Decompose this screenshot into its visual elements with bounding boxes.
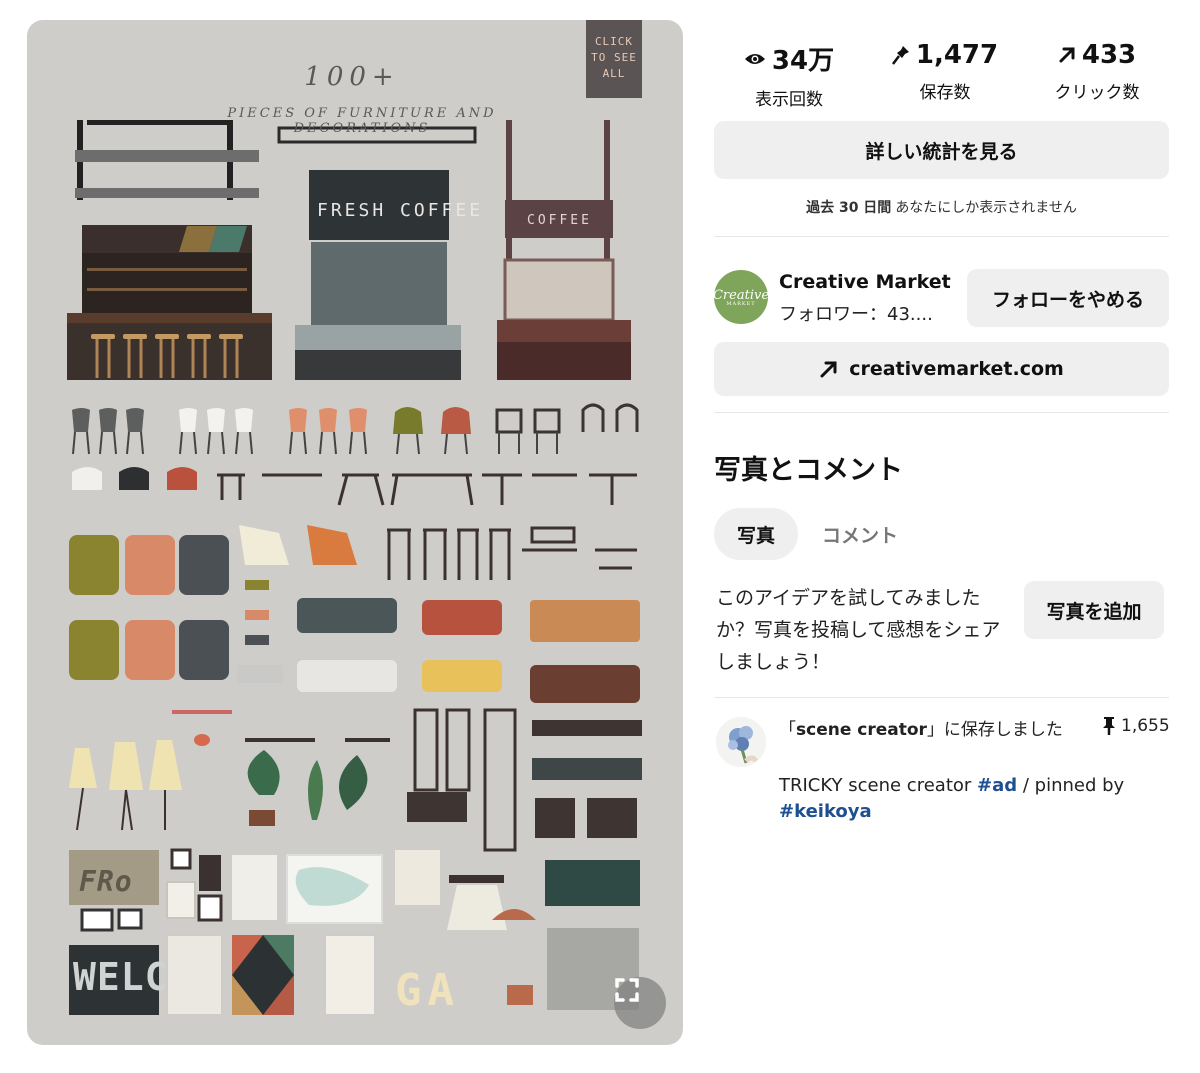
welcome-sign: WELC [73, 955, 169, 999]
tab-comments[interactable]: コメント [810, 508, 910, 560]
geometric-print [232, 935, 294, 1015]
coffee-sign: COFFEE [527, 213, 592, 228]
lamps-plants [69, 708, 642, 852]
arrow-up-right-icon [1059, 47, 1075, 63]
views-label: 表示回数 [755, 90, 823, 110]
saved-suffix: 」に保存しました [926, 720, 1063, 740]
visit-site-label: creativemarket.com [849, 358, 1064, 380]
chairs-row [72, 403, 639, 455]
expand-icon [615, 978, 639, 1002]
poster-title: 100+ [304, 62, 400, 92]
eye-icon [744, 53, 765, 64]
click-to-see-all-badge[interactable]: CLICK TO SEE ALL [586, 20, 642, 98]
photo-prompt: このアイデアを試してみましたか？写真を投稿して感想をシェアしましょう！ [716, 587, 1001, 673]
stat-saves-value-row: 1,477 [890, 40, 1000, 70]
board-save-count-value: 1,655 [1121, 716, 1170, 736]
photos-comments-title: 写真とコメント [714, 455, 903, 486]
tab-photos[interactable]: 写真 [714, 508, 798, 560]
creator-followers: フォロワー：43.... [779, 304, 933, 325]
armchairs [69, 525, 637, 595]
poster-subtitle: PIECES OF FURNITURE AND DECORATIONS [227, 106, 497, 136]
views-count: 34万 [771, 46, 835, 76]
pin-icon [891, 46, 909, 65]
add-photo-button[interactable]: 写真を追加 [1024, 581, 1164, 639]
clicks-label: クリック数 [1054, 83, 1140, 103]
pin-desc-text: / pinned by [1017, 775, 1125, 796]
privacy-note-text: あなたにしか表示されません [895, 200, 1077, 216]
board-save-count: 1,655 [1101, 716, 1170, 736]
divider [714, 697, 1169, 698]
saver-avatar[interactable] [716, 717, 766, 767]
clicks-count: 433 [1081, 40, 1137, 70]
visit-site-button[interactable]: creativemarket.com [714, 342, 1169, 396]
arrow-up-right-icon [820, 361, 837, 378]
stat-clicks-value-row: 433 [1042, 40, 1152, 70]
creator-avatar[interactable]: Creative MARKET [713, 270, 769, 324]
hydrangea-image [716, 717, 766, 767]
saved-prefix: 「 [779, 720, 796, 740]
divider [714, 412, 1169, 413]
saves-label: 保存数 [919, 83, 971, 103]
avatar-logo-sub: MARKET [726, 300, 756, 307]
pin-stats: 34万 表示回数 1,477 保存数 433 クリック数 [714, 40, 1169, 110]
privacy-note-period: 過去 30 日間 [806, 200, 892, 216]
fr-sign: FRo [79, 865, 133, 898]
privacy-note: 過去 30 日間 あなたにしか表示されません [714, 197, 1169, 217]
hashtag-link[interactable]: #keikoya [779, 801, 872, 822]
view-detailed-stats-button[interactable]: 詳しい統計を見る [714, 121, 1169, 179]
creator-name[interactable]: Creative Market [779, 271, 951, 293]
stat-clicks: 433 クリック数 [1042, 40, 1152, 103]
expand-image-button[interactable] [614, 977, 666, 1029]
pin-image[interactable]: 100+ PIECES OF FURNITURE AND DECORATIONS… [27, 20, 683, 1045]
sofas [69, 580, 640, 703]
fresh-coffee-sign: FRESH COFFEE [317, 200, 484, 221]
stat-saves: 1,477 保存数 [890, 40, 1000, 103]
stat-views: 34万 表示回数 [734, 40, 844, 110]
pin-description: TRICKY scene creator #ad / pinned by #ke… [779, 773, 1169, 825]
pin-desc-text: TRICKY scene creator [779, 775, 978, 796]
coffee-stand-fresh [277, 126, 477, 380]
saves-count: 1,477 [915, 40, 999, 70]
pushpin-icon [1103, 717, 1115, 735]
gallery-letters: GA [395, 965, 460, 1016]
bar-counter-1 [67, 120, 272, 380]
board-name[interactable]: scene creator [796, 720, 927, 740]
badge-line: TO SEE [591, 51, 637, 64]
divider [714, 236, 1169, 237]
coffee-stand [497, 120, 631, 380]
hashtag-link[interactable]: #ad [977, 775, 1017, 796]
stat-views-value-row: 34万 [734, 40, 844, 77]
badge-line: ALL [602, 67, 626, 80]
eames-chairs-tables [72, 467, 637, 506]
unfollow-button[interactable]: フォローをやめる [967, 269, 1169, 327]
saved-to-board: 「scene creator」に保存しました [779, 716, 1079, 744]
badge-line: CLICK [594, 35, 634, 48]
